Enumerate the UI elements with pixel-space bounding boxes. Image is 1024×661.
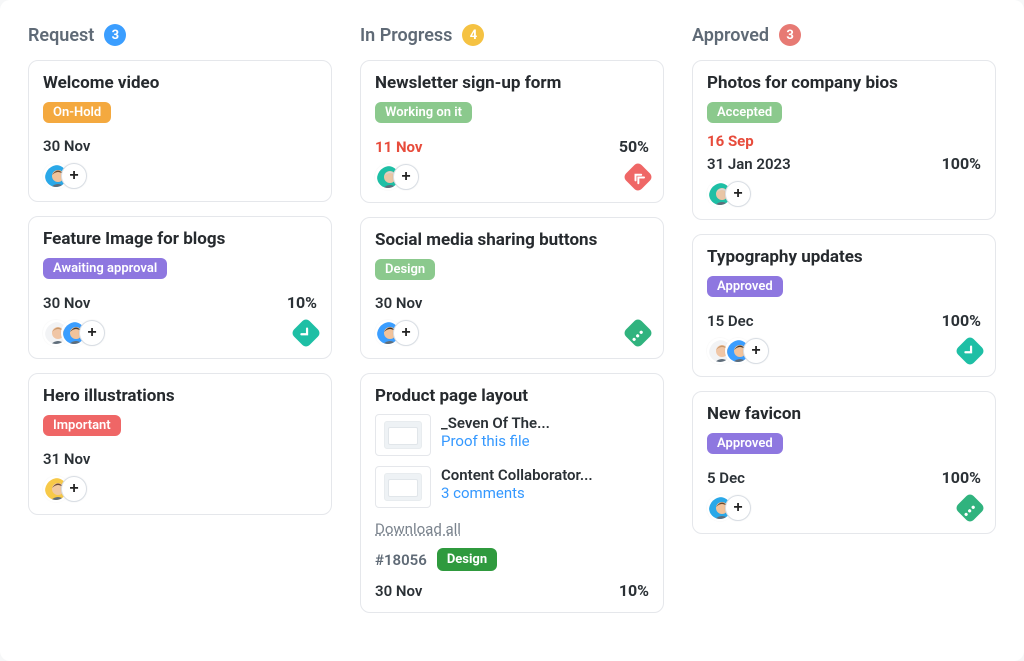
- card-progress: 10%: [619, 581, 649, 600]
- file-thumbnail-icon: [375, 466, 431, 508]
- priority-badge-low-icon: [290, 317, 321, 348]
- card-title: Photos for company bios: [707, 73, 981, 93]
- card-title: Newsletter sign-up form: [375, 73, 649, 93]
- column-in-progress: In Progress 4 Newsletter sign-up form Wo…: [360, 24, 664, 641]
- add-assignee-button[interactable]: +: [61, 163, 87, 189]
- card-title: Feature Image for blogs: [43, 229, 317, 249]
- column-title: In Progress: [360, 25, 452, 46]
- card-approved-1[interactable]: Typography updates Approved 15 Dec 100% …: [692, 234, 996, 377]
- add-assignee-button[interactable]: +: [393, 164, 419, 190]
- tag-on-hold: On-Hold: [43, 102, 111, 123]
- card-request-2[interactable]: Hero illustrations Important 31 Nov +: [28, 373, 332, 515]
- card-date-secondary: 31 Jan 2023: [707, 155, 791, 173]
- add-assignee-button[interactable]: +: [743, 338, 769, 364]
- card-date: 30 Nov: [43, 137, 90, 155]
- proof-link[interactable]: Proof this file: [441, 432, 550, 450]
- card-inprogress-1[interactable]: Social media sharing buttons Design 30 N…: [360, 217, 664, 359]
- download-all-link[interactable]: Download all: [375, 520, 461, 538]
- priority-badge-low-icon: [954, 335, 985, 366]
- card-title: Product page layout: [375, 386, 649, 406]
- card-request-0[interactable]: Welcome video On-Hold 30 Nov +: [28, 60, 332, 202]
- avatar-stack: +: [707, 338, 769, 364]
- card-date: 11 Nov: [375, 138, 422, 156]
- column-header-approved: Approved 3: [692, 24, 996, 46]
- kanban-board: Request 3 Welcome video On-Hold 30 Nov +…: [0, 0, 1024, 661]
- card-approved-2[interactable]: New favicon Approved 5 Dec 100% +: [692, 391, 996, 534]
- card-date: 30 Nov: [375, 582, 422, 600]
- card-id: #18056: [375, 551, 427, 569]
- card-date: 16 Sep: [707, 132, 754, 150]
- tag-working-on-it: Working on it: [375, 102, 472, 123]
- file-thumbnail-icon: [375, 414, 431, 456]
- avatar-stack: +: [375, 320, 419, 346]
- card-title: Hero illustrations: [43, 386, 317, 406]
- add-assignee-button[interactable]: +: [725, 495, 751, 521]
- tag-important: Important: [43, 415, 121, 436]
- column-request: Request 3 Welcome video On-Hold 30 Nov +…: [28, 24, 332, 641]
- column-header-in-progress: In Progress 4: [360, 24, 664, 46]
- priority-badge-medium-icon: [954, 492, 985, 523]
- card-request-1[interactable]: Feature Image for blogs Awaiting approva…: [28, 216, 332, 359]
- avatar-stack: +: [375, 164, 419, 190]
- file-item[interactable]: Content Collaborator... 3 comments: [375, 466, 649, 508]
- add-assignee-button[interactable]: +: [725, 181, 751, 207]
- avatar-stack: +: [43, 476, 87, 502]
- card-inprogress-0[interactable]: Newsletter sign-up form Working on it 11…: [360, 60, 664, 203]
- comments-link[interactable]: 3 comments: [441, 484, 593, 502]
- avatar-stack: +: [707, 181, 751, 207]
- file-list: _Seven Of The... Proof this file Content…: [375, 414, 649, 508]
- file-name: _Seven Of The...: [441, 414, 550, 432]
- card-progress: 100%: [942, 468, 981, 487]
- file-name: Content Collaborator...: [441, 466, 593, 484]
- file-item[interactable]: _Seven Of The... Proof this file: [375, 414, 649, 456]
- priority-badge-medium-icon: [622, 317, 653, 348]
- column-count: 3: [779, 24, 801, 46]
- add-assignee-button[interactable]: +: [79, 320, 105, 346]
- card-progress: 100%: [942, 311, 981, 330]
- card-date: 30 Nov: [375, 294, 422, 312]
- card-progress: 100%: [942, 154, 981, 173]
- card-progress: 10%: [287, 293, 317, 312]
- priority-badge-high-icon: [622, 161, 653, 192]
- column-count: 4: [462, 24, 484, 46]
- column-count: 3: [104, 24, 126, 46]
- column-approved: Approved 3 Photos for company bios Accep…: [692, 24, 996, 641]
- avatar-stack: +: [707, 495, 751, 521]
- add-assignee-button[interactable]: +: [61, 476, 87, 502]
- card-date: 15 Dec: [707, 312, 754, 330]
- add-assignee-button[interactable]: +: [393, 320, 419, 346]
- tag-awaiting-approval: Awaiting approval: [43, 258, 167, 279]
- column-title: Request: [28, 25, 94, 46]
- tag-design: Design: [437, 548, 497, 571]
- card-progress: 50%: [619, 137, 649, 156]
- avatar-stack: +: [43, 163, 87, 189]
- card-title: Social media sharing buttons: [375, 230, 649, 250]
- card-title: New favicon: [707, 404, 981, 424]
- tag-accepted: Accepted: [707, 102, 782, 123]
- card-date: 5 Dec: [707, 469, 745, 487]
- tag-design: Design: [375, 259, 435, 280]
- avatar-stack: +: [43, 320, 105, 346]
- card-date: 30 Nov: [43, 294, 90, 312]
- card-title: Welcome video: [43, 73, 317, 93]
- card-title: Typography updates: [707, 247, 981, 267]
- tag-approved: Approved: [707, 433, 783, 454]
- column-header-request: Request 3: [28, 24, 332, 46]
- card-inprogress-2[interactable]: Product page layout _Seven Of The... Pro…: [360, 373, 664, 613]
- card-approved-0[interactable]: Photos for company bios Accepted 16 Sep …: [692, 60, 996, 220]
- column-title: Approved: [692, 25, 769, 46]
- card-date: 31 Nov: [43, 450, 90, 468]
- tag-approved: Approved: [707, 276, 783, 297]
